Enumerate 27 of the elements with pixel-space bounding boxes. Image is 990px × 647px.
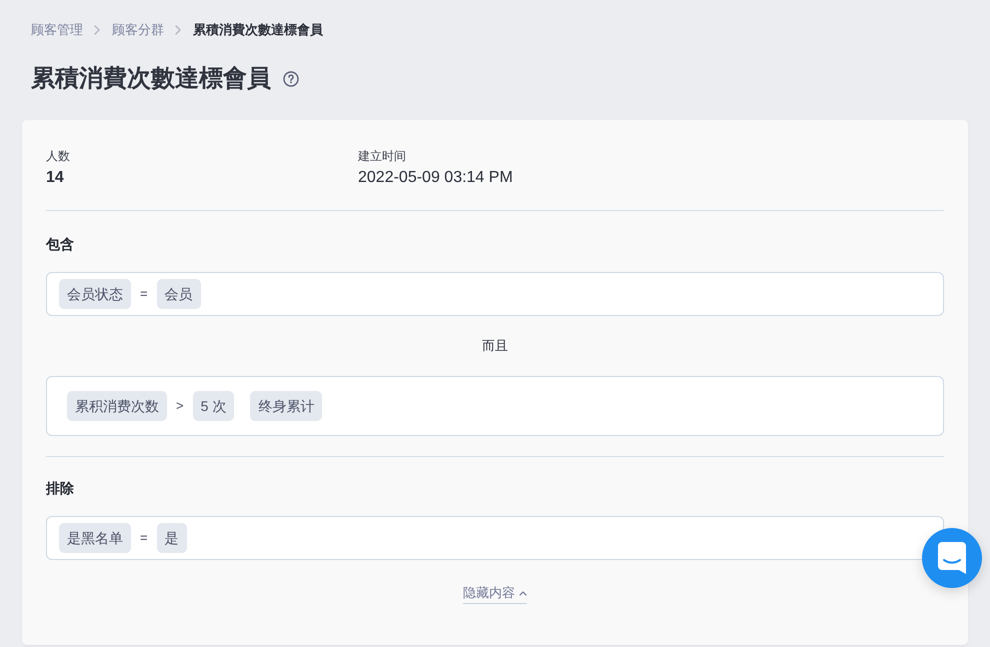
- operator-text: =: [139, 529, 149, 548]
- chevron-right-icon: [175, 25, 182, 35]
- condition-chip: 是: [156, 523, 187, 553]
- condition-chip: 会员状态: [59, 279, 131, 309]
- chevron-right-icon: [94, 25, 101, 35]
- breadcrumb-current: 累積消費次數達標會員: [193, 21, 323, 40]
- breadcrumb-link[interactable]: 顾客管理: [31, 20, 83, 40]
- stat-label: 人数: [46, 148, 71, 164]
- operator-text: >: [175, 397, 185, 416]
- stat-label: 建立时间: [358, 148, 407, 164]
- operator-text: =: [139, 285, 149, 304]
- page-title: 累積消費次數達標會員: [31, 64, 271, 94]
- condition-chip: 会员: [156, 279, 201, 309]
- help-icon[interactable]: [283, 71, 299, 87]
- stat-value: 2022-05-09 03:14 PM: [358, 168, 514, 188]
- condition-chip: 5 次: [192, 391, 234, 421]
- joiner-text: 而且: [482, 337, 508, 355]
- breadcrumb-link[interactable]: 顾客分群: [112, 20, 164, 40]
- hide-content-link[interactable]: 隐藏内容: [463, 584, 527, 604]
- caret-up-icon: [519, 590, 527, 596]
- stat-value: 14: [46, 168, 65, 188]
- condition-chip: 终身累计: [250, 391, 322, 421]
- chat-bubble-icon: [938, 542, 966, 574]
- condition-chip: 是黑名单: [59, 523, 131, 553]
- section-heading: 排除: [46, 479, 74, 497]
- section-heading: 包含: [46, 235, 74, 253]
- condition-chip: 累积消费次数: [67, 391, 167, 421]
